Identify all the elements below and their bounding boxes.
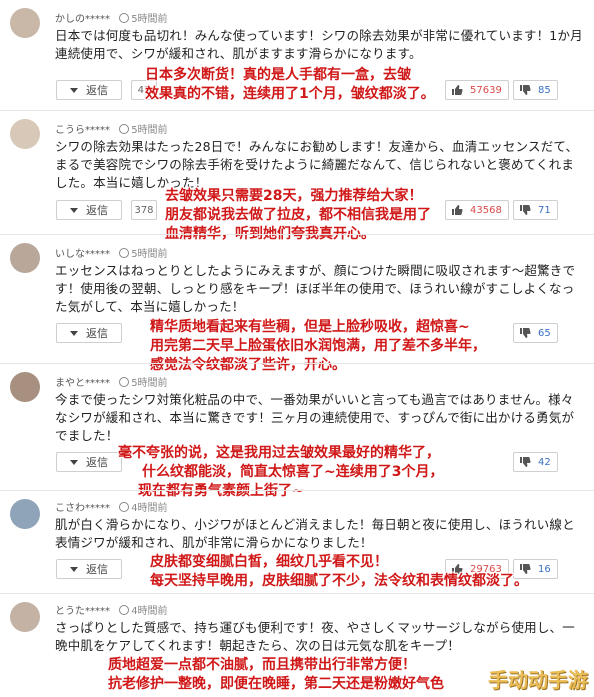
watermark-logo: 手动动手游 xyxy=(488,668,588,692)
avatar[interactable] xyxy=(10,602,40,632)
timestamp: 5時間前 xyxy=(131,125,168,136)
dislike-count: 65 xyxy=(538,327,551,339)
like-button[interactable]: 43568 xyxy=(445,200,509,220)
overlay-line: 精华质地看起来有些稠，但是上脸秒吸收，超惊喜~ xyxy=(150,319,470,335)
dislike-count: 16 xyxy=(538,563,551,575)
caret-down-icon xyxy=(70,330,78,336)
like-count: 43568 xyxy=(470,204,502,216)
comment: こうら***** 5時間前 シワの除去効果はたった28日で！みんなにお勧めします… xyxy=(0,111,594,242)
overlay-line: 用完第二天早上脸蛋依旧水润饱满，用了差不多半年， xyxy=(150,338,486,354)
username[interactable]: いしな***** xyxy=(55,249,110,260)
thumbs-up-icon xyxy=(446,81,468,99)
clock-icon xyxy=(119,377,130,387)
overlay-line: 去皱效果只需要28天，强力推荐给大家！ xyxy=(165,188,423,204)
dislike-button[interactable]: 85 xyxy=(513,80,558,100)
caret-down-icon xyxy=(70,207,78,213)
username[interactable]: こうら***** xyxy=(55,125,110,136)
comment-text: さっぱりとした質感で、持ち運びも便利です！夜、やさしくマッサージしながら使用し、… xyxy=(55,620,575,653)
caret-down-icon xyxy=(70,566,78,572)
comment: こさわ***** 4時間前 肌が白く滑らかになり、小ジワがほとんど消えました！毎… xyxy=(0,491,594,593)
clock-icon xyxy=(119,605,130,615)
comment-text: エッセンスはねっとりとしたようにみえますが、顔につけた瞬間に吸収されます～超驚き… xyxy=(55,263,576,314)
avatar[interactable] xyxy=(10,499,40,529)
thumbs-down-icon xyxy=(514,201,536,219)
overlay-line: 朋友都说我去做了拉皮，都不相信我是用了 xyxy=(165,207,431,223)
overlay-line: 每天坚持早晚用，皮肤细腻了不少，法令纹和表情纹都淡了。 xyxy=(150,573,528,589)
timestamp: 5時間前 xyxy=(131,249,168,260)
dislike-button[interactable]: 65 xyxy=(513,323,558,343)
thumbs-down-icon xyxy=(514,453,536,471)
overlay-line: 质地超爱一点都不油腻，而且携带出行非常方便！ xyxy=(108,657,416,673)
dislike-count: 71 xyxy=(538,204,551,216)
comment-text: 今まで使ったシワ対策化粧品の中で、一番効果がいいと言っても過言ではありません。様… xyxy=(55,392,575,443)
comment: まやと***** 5時間前 今まで使ったシワ対策化粧品の中で、一番効果がいいと言… xyxy=(0,364,594,499)
caret-down-icon xyxy=(70,87,78,93)
comment-text: 肌が白く滑らかになり、小ジワがほとんど消えました！毎日朝と夜に使用し、ほうれい線… xyxy=(55,517,575,550)
avatar[interactable] xyxy=(10,119,40,149)
clock-icon xyxy=(119,248,130,258)
clock-icon xyxy=(119,502,130,512)
timestamp: 4時間前 xyxy=(131,503,168,514)
dislike-button[interactable]: 71 xyxy=(513,200,558,220)
overlay-line: 毫不夸张的说，这是我用过去皱效果最好的精华了， xyxy=(118,445,440,461)
comment: かしの***** 5時間前 日本では何度も品切れ！みんな使っています！シワの除去… xyxy=(0,0,594,110)
timestamp: 4時間前 xyxy=(131,606,168,617)
caret-down-icon xyxy=(70,459,78,465)
thumbs-up-icon xyxy=(446,201,468,219)
like-button[interactable]: 57639 xyxy=(445,80,509,100)
overlay-line: 效果真的不错，连续用了1个月，皱纹都淡了。 xyxy=(145,86,435,102)
overlay-line: 日本多次断货！真的是人手都有一盒，去皱 xyxy=(145,67,411,83)
comment-text: シワの除去効果はたった28日で！みんなにお勧めします！友達から、血清エッセンスだ… xyxy=(55,139,579,190)
thumbs-down-icon xyxy=(514,324,536,342)
comment: いしな***** 5時間前 エッセンスはねっとりとしたようにみえますが、顔につけ… xyxy=(0,235,594,373)
username[interactable]: こさわ***** xyxy=(55,503,110,514)
reply-button[interactable]: 返信 xyxy=(56,80,122,100)
avatar[interactable] xyxy=(10,372,40,402)
clock-icon xyxy=(119,13,130,23)
comment-text: 日本では何度も品切れ！みんな使っています！シワの除去効果が非常に優れています！1… xyxy=(55,28,583,61)
thumbs-down-icon xyxy=(514,81,536,99)
timestamp: 5時間前 xyxy=(131,14,168,25)
overlay-line: 什么纹都能淡，简直太惊喜了~连续用了3个月， xyxy=(142,464,444,480)
reply-button[interactable]: 返信 xyxy=(56,323,122,343)
timestamp: 5時間前 xyxy=(131,378,168,389)
reply-button[interactable]: 返信 xyxy=(56,200,122,220)
overlay-line: 皮肤都变细腻白皙，细纹几乎看不见！ xyxy=(150,554,388,570)
avatar[interactable] xyxy=(10,243,40,273)
overlay-line: 抗老修护一整晚，即便在晚睡，第二天还是粉嫩好气色 xyxy=(108,676,444,692)
dislike-count: 85 xyxy=(538,84,551,96)
reply-count[interactable]: 378 xyxy=(131,200,157,220)
like-count: 57639 xyxy=(470,84,502,96)
reply-button[interactable]: 返信 xyxy=(56,559,122,579)
reply-button[interactable]: 返信 xyxy=(56,452,122,472)
clock-icon xyxy=(119,124,130,134)
username[interactable]: とうた***** xyxy=(55,606,110,617)
avatar[interactable] xyxy=(10,8,40,38)
dislike-count: 42 xyxy=(538,456,551,468)
username[interactable]: かしの***** xyxy=(55,14,110,25)
dislike-button[interactable]: 42 xyxy=(513,452,558,472)
username[interactable]: まやと***** xyxy=(55,378,110,389)
